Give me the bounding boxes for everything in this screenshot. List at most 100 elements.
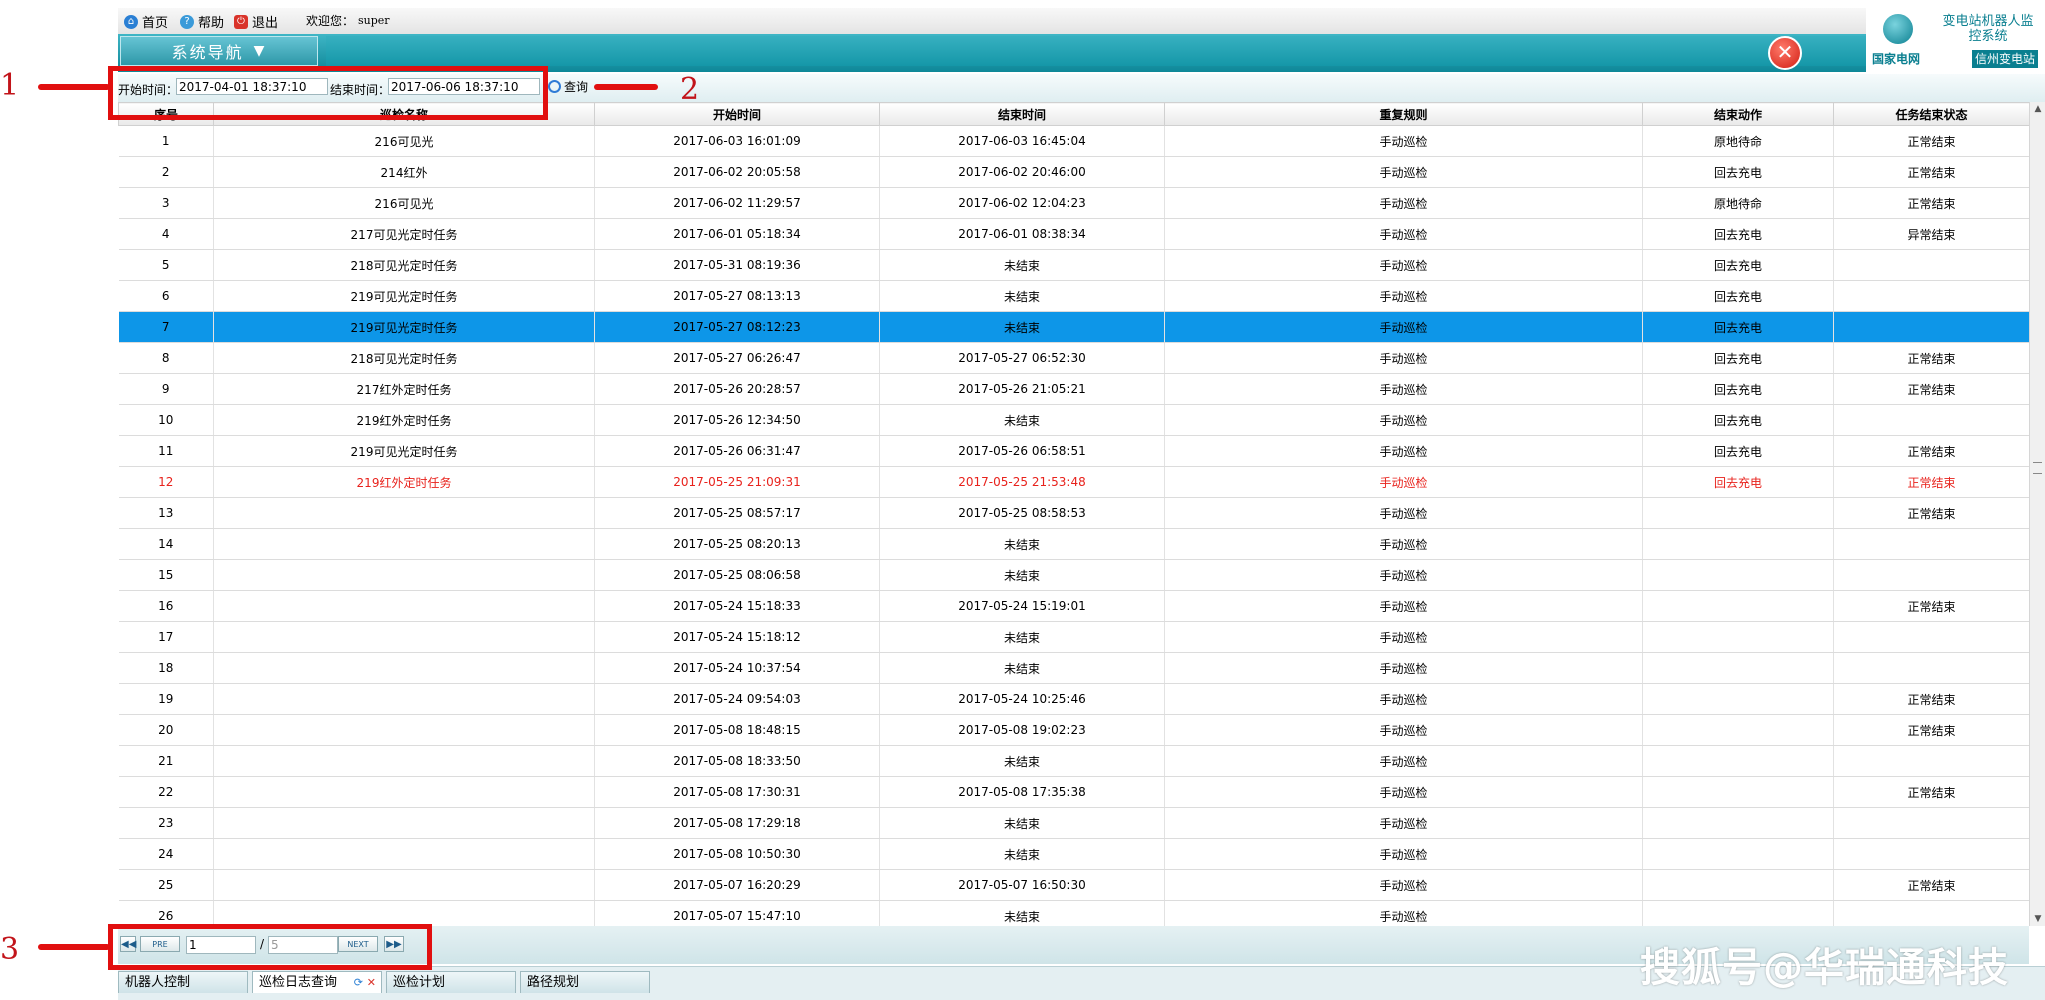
system-nav-button[interactable]: 系统导航 ▼ — [120, 36, 318, 66]
table-row[interactable]: 23 2017-05-08 17:29:18 未结束 手动巡检 — [118, 807, 2029, 839]
table-row[interactable]: 15 2017-05-25 08:06:58 未结束 手动巡检 — [118, 559, 2029, 591]
sgcc-globe-icon — [1883, 14, 1913, 44]
tab-robot-control[interactable]: 机器人控制 — [118, 971, 248, 993]
annotation-line-3 — [38, 944, 110, 950]
table-cell: 未结束 — [879, 621, 1165, 653]
table-row[interactable]: 4 217可见光定时任务 2017-06-01 05:18:34 2017-06-01… — [118, 218, 2029, 250]
table-row[interactable]: 1 216可见光 2017-06-03 16:01:09 2017-06-03 16:… — [118, 125, 2029, 157]
table-row[interactable]: 25 2017-05-07 16:20:29 2017-05-07 16:50:30… — [118, 869, 2029, 901]
table-cell: 2017-05-24 15:18:12 — [594, 621, 880, 653]
table-cell — [1642, 745, 1834, 777]
tab-path-planning[interactable]: 路径规划 — [520, 971, 650, 993]
table-cell: 14 — [118, 528, 214, 560]
scroll-down-icon[interactable]: ▼ — [2030, 914, 2045, 924]
table-row[interactable]: 2 214红外 2017-06-02 20:05:58 2017-06-02 20:4… — [118, 156, 2029, 188]
table-row[interactable]: 19 2017-05-24 09:54:03 2017-05-24 10:25:46… — [118, 683, 2029, 715]
table-cell: 214红外 — [213, 156, 595, 188]
table-row[interactable]: 11 219可见光定时任务 2017-05-26 06:31:47 2017-05-2… — [118, 435, 2029, 467]
table-row[interactable]: 3 216可见光 2017-06-02 11:29:57 2017-06-02 12:… — [118, 187, 2029, 219]
table-cell — [1642, 528, 1834, 560]
table-cell: 2017-05-08 10:50:30 — [594, 838, 880, 870]
table-cell: 2017-05-25 08:20:13 — [594, 528, 880, 560]
column-header[interactable]: 重复规则 — [1164, 102, 1643, 126]
table-cell — [1833, 559, 2029, 591]
table-cell: 2017-05-24 10:37:54 — [594, 652, 880, 684]
table-row[interactable]: 17 2017-05-24 15:18:12 未结束 手动巡检 — [118, 621, 2029, 653]
refresh-icon[interactable]: ⟳ — [354, 972, 363, 994]
table-cell: 未结束 — [879, 652, 1165, 684]
table-cell: 2017-06-02 12:04:23 — [879, 187, 1165, 219]
query-button[interactable]: 查询 — [548, 78, 588, 95]
home-link[interactable]: ⌂ 首页 — [124, 12, 168, 31]
table-row[interactable]: 5 218可见光定时任务 2017-05-31 08:19:36 未结束 手动巡检 回去充… — [118, 249, 2029, 281]
table-cell: 2017-05-27 08:12:23 — [594, 311, 880, 343]
table-row[interactable]: 13 2017-05-25 08:57:17 2017-05-25 08:58:53… — [118, 497, 2029, 529]
table-row[interactable]: 21 2017-05-08 18:33:50 未结束 手动巡检 — [118, 745, 2029, 777]
tab-label: 机器人控制 — [125, 975, 191, 990]
table-cell: 手动巡检 — [1164, 342, 1643, 374]
table-cell — [1833, 745, 2029, 777]
table-cell — [213, 745, 595, 777]
table-row[interactable]: 18 2017-05-24 10:37:54 未结束 手动巡检 — [118, 652, 2029, 684]
table-cell: 18 — [118, 652, 214, 684]
table-cell: 未结束 — [879, 249, 1165, 281]
table-cell: 25 — [118, 869, 214, 901]
table-row[interactable]: 8 218可见光定时任务 2017-05-27 06:26:47 2017-05-27… — [118, 342, 2029, 374]
scroll-grip[interactable] — [2033, 462, 2042, 474]
table-cell: 2017-05-07 15:47:10 — [594, 900, 880, 926]
table-cell: 手动巡检 — [1164, 404, 1643, 436]
table-cell: 未结束 — [879, 559, 1165, 591]
table-row[interactable]: 7 219可见光定时任务 2017-05-27 08:12:23 未结束 手动巡检 回去充… — [118, 311, 2029, 343]
table-row[interactable]: 24 2017-05-08 10:50:30 未结束 手动巡检 — [118, 838, 2029, 870]
exit-link[interactable]: ⏻ 退出 — [234, 12, 278, 31]
table-cell: 手动巡检 — [1164, 466, 1643, 498]
table-cell: 2017-05-25 08:57:17 — [594, 497, 880, 529]
inspection-log-table: 序号 巡检名称 开始时间 结束时间 重复规则 结束动作 任务结束状态 1 216可见光 2017… — [118, 102, 2029, 926]
table-cell: 219红外定时任务 — [213, 466, 595, 498]
tab-inspection-log[interactable]: 巡检日志查询 ⟳ ✕ — [252, 971, 382, 993]
table-cell: 9 — [118, 373, 214, 405]
column-header[interactable]: 结束动作 — [1642, 102, 1834, 126]
vertical-scrollbar[interactable]: ▲ ▼ — [2029, 102, 2045, 926]
table-cell — [1833, 311, 2029, 343]
table-cell: 15 — [118, 559, 214, 591]
table-cell: 2017-05-24 15:19:01 — [879, 590, 1165, 622]
table-cell: 8 — [118, 342, 214, 374]
table-cell: 手动巡检 — [1164, 714, 1643, 746]
help-label: 帮助 — [198, 16, 225, 31]
home-label: 首页 — [142, 16, 169, 31]
table-cell: 5 — [118, 249, 214, 281]
table-row[interactable]: 12 219红外定时任务 2017-05-25 21:09:31 2017-05-25… — [118, 466, 2029, 498]
table-cell: 手动巡检 — [1164, 280, 1643, 312]
table-cell — [213, 652, 595, 684]
table-cell: 手动巡检 — [1164, 745, 1643, 777]
table-row[interactable]: 26 2017-05-07 15:47:10 未结束 手动巡检 — [118, 900, 2029, 926]
table-cell: 2 — [118, 156, 214, 188]
column-header[interactable]: 开始时间 — [594, 102, 880, 126]
close-icon[interactable]: ✕ — [1768, 36, 1802, 70]
table-cell — [213, 869, 595, 901]
tab-inspection-plan[interactable]: 巡检计划 — [386, 971, 516, 993]
table-row[interactable]: 16 2017-05-24 15:18:33 2017-05-24 15:19:01… — [118, 590, 2029, 622]
help-link[interactable]: ? 帮助 — [180, 12, 224, 31]
table-row[interactable]: 14 2017-05-25 08:20:13 未结束 手动巡检 — [118, 528, 2029, 560]
table-row[interactable]: 10 219红外定时任务 2017-05-26 12:34:50 未结束 手动巡检 回去充… — [118, 404, 2029, 436]
table-row[interactable]: 20 2017-05-08 18:48:15 2017-05-08 19:02:23… — [118, 714, 2029, 746]
table-row[interactable]: 9 217红外定时任务 2017-05-26 20:28:57 2017-05-26 … — [118, 373, 2029, 405]
annotation-line-2 — [594, 84, 658, 90]
table-cell — [1642, 714, 1834, 746]
table-row[interactable]: 22 2017-05-08 17:30:31 2017-05-08 17:35:38… — [118, 776, 2029, 808]
table-cell — [1833, 280, 2029, 312]
table-cell: 22 — [118, 776, 214, 808]
table-cell: 手动巡检 — [1164, 900, 1643, 926]
column-header[interactable]: 任务结束状态 — [1833, 102, 2029, 126]
table-cell — [1833, 528, 2029, 560]
table-cell: 218可见光定时任务 — [213, 249, 595, 281]
close-tab-icon[interactable]: ✕ — [367, 972, 376, 994]
table-cell: 手动巡检 — [1164, 125, 1643, 157]
table-row[interactable]: 6 219可见光定时任务 2017-05-27 08:13:13 未结束 手动巡检 回去充… — [118, 280, 2029, 312]
column-header[interactable]: 结束时间 — [879, 102, 1165, 126]
table-cell: 2017-05-27 08:13:13 — [594, 280, 880, 312]
table-cell — [1833, 404, 2029, 436]
scroll-up-icon[interactable]: ▲ — [2030, 104, 2045, 114]
